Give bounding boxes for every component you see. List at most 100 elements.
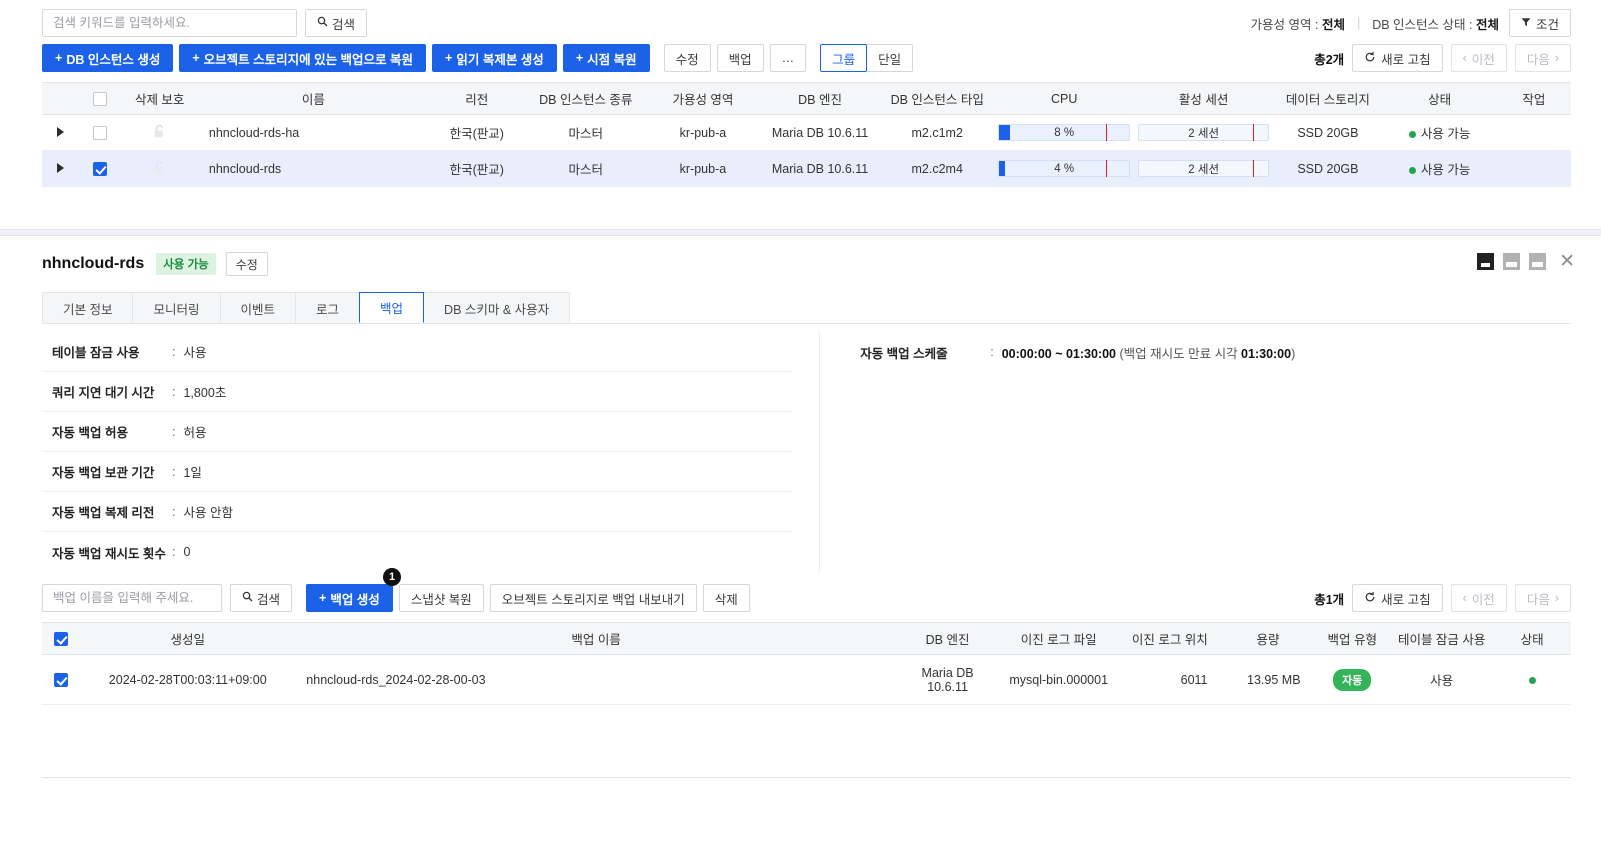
status-badge: 사용 가능 [1420,163,1471,177]
condition-button[interactable]: 조건 [1508,9,1571,37]
refresh-icon [1364,51,1376,66]
backup-refresh-label: 새로 고침 [1381,592,1431,607]
bk-row-status [1493,654,1571,705]
row-region: 한국(판교) [427,150,526,187]
prev-page-button[interactable]: ‹ 이전 [1450,44,1507,72]
row-instance-name[interactable]: nhncloud-rds-ha [198,114,428,151]
info-auto-backup-replica-region: 자동 백업 복제 리전 : 사용 안함 [42,492,792,532]
filter-db-status[interactable]: DB 인스턴스 상태 : 전체 [1372,14,1499,33]
row-checkbox[interactable] [92,161,107,176]
backup-refresh-button[interactable]: 새로 고침 [1352,584,1443,612]
status-dot-icon [1528,676,1536,684]
backup-select-all-checkbox[interactable] [53,631,68,646]
restore-snapshot-button[interactable]: 스냅샷 복원 [398,584,484,612]
create-db-instance-button[interactable]: + DB 인스턴스 생성 [42,44,174,72]
panel-spacer [0,187,1601,229]
info-table-lock: 테이블 잠금 사용 : 사용 [42,332,792,372]
tab-basic-info[interactable]: 기본 정보 [42,292,134,323]
filter-availability-zone[interactable]: 가용성 영역 : 전체 [1251,14,1345,33]
info-value: 0 [183,545,191,559]
backup-next-page-button[interactable]: 다음 › [1514,584,1571,612]
panel-min-icon[interactable] [1529,253,1547,270]
search-input[interactable] [42,9,297,37]
search-button[interactable]: 검색 [305,9,368,37]
export-to-object-storage-button[interactable]: 오브젝트 스토리지로 백업 내보내기 [489,584,697,612]
next-page-button[interactable]: 다음 › [1514,44,1571,72]
panel-window-controls: ✕ [1477,252,1575,271]
row-expand-toggle[interactable] [42,150,80,187]
row-checkbox[interactable] [92,125,107,140]
bk-row-backup-name: nhncloud-rds_2024-02-28-00-03 [296,654,896,705]
backup-toolbar: 1 검색 + 백업 생성 스냅샷 복원 오브젝트 스토리지로 백업 내보내기 삭… [42,568,1571,622]
select-all-checkbox[interactable] [92,91,107,106]
row-status: 사용 가능 [1382,150,1497,187]
expand-col-header [42,82,80,115]
rds-console-page: 검색 가용성 영역 : 전체 | DB 인스턴스 상태 : 전체 조건 [0,0,1601,850]
panel-full-icon[interactable] [1477,253,1495,270]
condition-label: 조건 [1535,17,1559,32]
row-active-sessions: 2 세션 [1133,150,1274,187]
backup-button[interactable]: 백업 [716,44,764,72]
row-db-engine: Maria DB 10.6.11 [760,114,881,151]
backup-prev-page-button[interactable]: ‹ 이전 [1450,584,1507,612]
session-bar: 2 세션 [1137,160,1270,177]
col-instance-kind: DB 인스턴스 종류 [525,82,646,115]
create-backup-button[interactable]: + 백업 생성 [306,584,393,612]
info-query-delay-wait: 쿼리 지연 대기 시간 : 1,800초 [42,372,792,412]
backup-search-input[interactable] [42,584,222,612]
status-dot-icon [1408,131,1416,139]
schedule-window: 00:00:00 ~ 01:30:00 [1001,346,1117,361]
create-read-replica-button[interactable]: + 읽기 복제본 생성 [432,44,557,72]
tab-db-schema-users[interactable]: DB 스키마 & 사용자 [423,292,571,323]
table-row[interactable]: nhncloud-rds-ha 한국(판교) 마스터 kr-pub-a Mari… [42,114,1571,151]
table-row[interactable]: 2024-02-28T00:03:11+09:00 nhncloud-rds_2… [42,654,1571,705]
cpu-threshold-marker [1105,124,1108,141]
info-label: 자동 백업 복제 리전 [52,506,155,520]
unlocked-icon [153,124,166,143]
view-mode-single-button[interactable]: 단일 [866,44,914,72]
refresh-icon [1364,591,1376,606]
bk-row-created-at: 2024-02-28T00:03:11+09:00 [79,654,297,705]
info-label: 자동 백업 보관 기간 [52,466,155,480]
row-status: 사용 가능 [1382,114,1497,151]
bk-col-db-engine: DB 엔진 [895,622,1000,655]
panel-half-icon[interactable] [1503,253,1521,270]
edit-instance-button[interactable]: 수정 [225,252,268,276]
backup-pagination: 총1개 새로 고침 ‹ 이전 다음 › [1314,584,1571,612]
row-task [1496,114,1571,151]
tab-monitoring[interactable]: 모니터링 [132,292,221,323]
refresh-button[interactable]: 새로 고침 [1352,44,1443,72]
table-row[interactable]: nhncloud-rds 한국(판교) 마스터 kr-pub-a Maria D… [42,150,1571,187]
tab-backup[interactable]: 백업 [359,292,425,323]
close-icon[interactable]: ✕ [1559,252,1575,271]
info-auto-backup-allowed: 자동 백업 허용 : 허용 [42,412,792,452]
colon: : [990,345,994,359]
col-instance-type: DB 인스턴스 타입 [880,82,995,115]
bk-col-backup-type: 백업 유형 [1314,622,1390,655]
delete-backup-button[interactable]: 삭제 [702,584,750,612]
chevron-right-icon: › [1554,50,1559,65]
instance-table-header-row: 삭제 보호 이름 리전 DB 인스턴스 종류 가용성 영역 DB 엔진 DB 인… [42,82,1571,115]
restore-from-object-storage-button[interactable]: + 오브젝트 스토리지에 있는 백업으로 복원 [179,44,427,72]
modify-button[interactable]: 수정 [663,44,711,72]
col-delete-protection: 삭제 보호 [120,82,199,115]
funnel-icon [1521,17,1531,30]
detail-tabs: 기본 정보 모니터링 이벤트 로그 백업 DB 스키마 & 사용자 [42,292,1571,324]
row-expand-toggle[interactable] [42,114,80,151]
row-instance-name[interactable]: nhncloud-rds [198,150,428,187]
schedule-note-suffix: ) [1291,346,1296,361]
info-value: 00:00:00 ~ 01:30:00 (백업 재시도 만료 시각 01:30:… [1002,343,1296,362]
col-availability-zone: 가용성 영역 [645,82,761,115]
tab-events[interactable]: 이벤트 [219,292,297,323]
backup-row-checkbox[interactable] [53,672,68,687]
view-mode-group-button[interactable]: 그룹 [820,44,868,72]
point-in-time-restore-button[interactable]: + 시점 복원 [562,44,650,72]
backup-search-label: 검색 [257,592,281,607]
search-group: 검색 [42,9,368,37]
row-cpu: 8 % [994,114,1134,151]
restore-object-storage-label: 오브젝트 스토리지에 있는 백업으로 복원 [203,52,414,67]
more-button[interactable]: … [769,44,807,72]
tab-logs[interactable]: 로그 [295,292,361,323]
col-region: 리전 [427,82,526,115]
backup-search-button[interactable]: 검색 [230,584,293,612]
